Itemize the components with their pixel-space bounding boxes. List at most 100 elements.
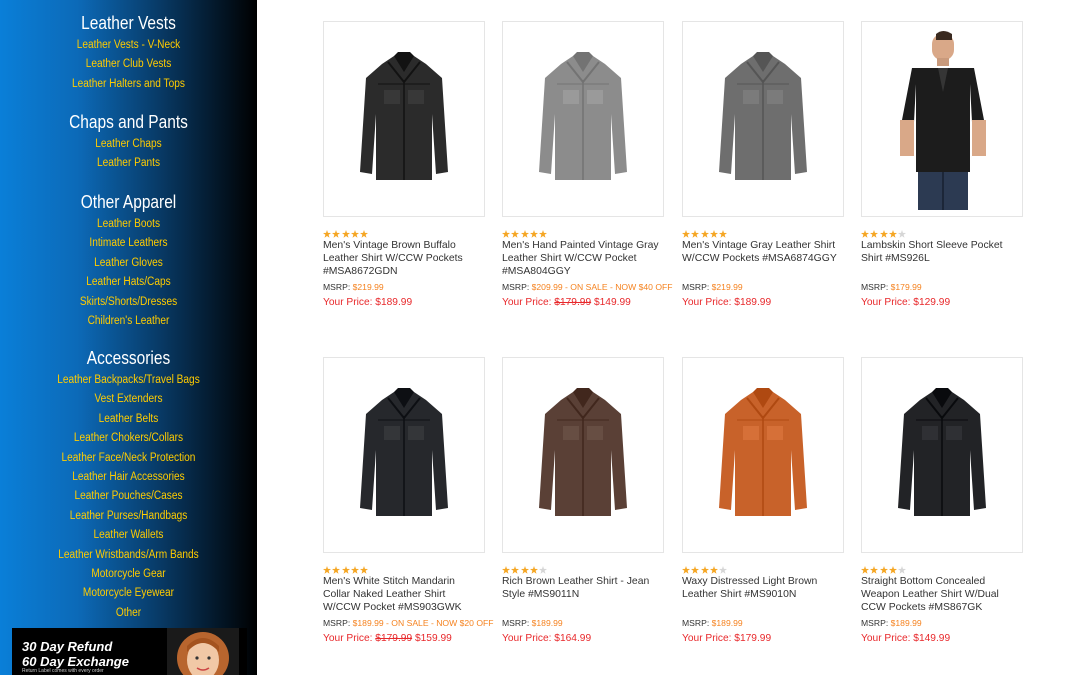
product-name-link[interactable]: Men's White Stitch Mandarin Collar Naked… [323,576,483,614]
star-rating [861,561,907,574]
star-icon [870,225,879,238]
sidebar-link[interactable]: Leather Vests - V-Neck [15,36,241,55]
sidebar-link[interactable]: Leather Gloves [15,254,241,273]
sidebar-link[interactable]: Leather Chaps [15,135,241,154]
refund-promo-banner[interactable]: 30 Day Refund 60 Day Exchange Return Label… [12,628,247,675]
star-icon [898,561,907,574]
product-name-link[interactable]: Rich Brown Leather Shirt - Jean Style #M… [502,576,662,602]
star-icon [879,561,888,574]
sidebar-category-title[interactable]: Leather Vests [18,12,239,34]
product-card[interactable]: Men's Vintage Gray Leather Shirt W/CCW P… [682,21,844,308]
msrp-value: $189.99 [531,618,563,629]
star-icon [502,225,510,238]
star-icon [511,561,520,574]
product-name-link[interactable]: Men's Hand Painted Vintage Gray Leather … [502,240,662,278]
star-icon [682,225,690,238]
star-icon [682,561,690,574]
price-line: Your Price: $179.99 [682,633,771,644]
product-card[interactable]: Straight Bottom Concealed Weapon Leather… [861,357,1023,644]
product-image-frame[interactable] [682,357,844,553]
sidebar-link[interactable]: Leather Boots [15,215,241,234]
sidebar-link[interactable]: Leather Pouches/Cases [15,487,241,506]
product-card[interactable]: Waxy Distressed Light Brown Leather Shir… [682,357,844,644]
price-line: Your Price: $129.99 [861,297,950,308]
price-line: Your Price: $179.99 $149.99 [502,297,631,308]
product-card[interactable]: Lambskin Short Sleeve Pocket Shirt #MS92… [861,21,1023,308]
sidebar-link[interactable]: Leather Wallets [15,526,241,545]
product-name-link[interactable]: Men's Vintage Brown Buffalo Leather Shir… [323,240,483,278]
product-image[interactable] [324,22,484,216]
product-image[interactable] [503,22,663,216]
star-icon [898,225,907,238]
sidebar-link[interactable]: Motorcycle Gear [15,565,241,584]
product-image-frame[interactable] [861,21,1023,217]
promo-model-photo [167,628,239,675]
promo-line-1: 30 Day Refund [22,639,113,654]
sidebar-link[interactable]: Skirts/Shorts/Dresses [15,293,241,312]
star-icon [341,561,350,574]
product-image-frame[interactable] [682,21,844,217]
star-icon [870,561,879,574]
product-card[interactable]: Men's White Stitch Mandarin Collar Naked… [323,357,494,644]
product-name-link[interactable]: Waxy Distressed Light Brown Leather Shir… [682,576,842,602]
msrp-line: MSRP: $189.99 [682,618,743,628]
msrp-label: MSRP: [682,618,712,629]
product-image-frame[interactable] [861,357,1023,553]
product-card[interactable]: Rich Brown Leather Shirt - Jean Style #M… [502,357,664,644]
product-image-frame[interactable] [323,21,485,217]
price-label: Your Price: [682,633,735,645]
old-price: $179.99 [554,297,592,309]
sidebar-link[interactable]: Leather Club Vests [15,55,241,74]
sidebar-link[interactable]: Intimate Leathers [15,234,241,253]
star-icon [861,561,869,574]
sidebar-link[interactable]: Leather Chokers/Collars [15,429,241,448]
star-icon [511,225,520,238]
sidebar-category-title[interactable]: Other Apparel [18,191,239,213]
star-rating [682,225,728,238]
msrp-line: MSRP: $219.99 [323,282,384,292]
product-image-frame[interactable] [323,357,485,553]
price-value: $189.99 [734,297,772,309]
star-icon [360,225,369,238]
category-sidebar: Leather Vests Leather Vests - V-Neck Leath… [0,0,257,675]
promo-line-2: 60 Day Exchange [22,654,129,669]
product-image[interactable] [862,358,1022,552]
star-icon [709,225,718,238]
sidebar-link[interactable]: Leather Purses/Handbags [15,507,241,526]
sidebar-link[interactable]: Children's Leather [15,312,241,331]
price-label: Your Price: [502,297,555,309]
price-line: Your Price: $164.99 [502,633,591,644]
product-name-link[interactable]: Lambskin Short Sleeve Pocket Shirt #MS92… [861,240,1021,266]
price-value: $179.99 [734,633,772,645]
product-name-link[interactable]: Straight Bottom Concealed Weapon Leather… [861,576,1021,614]
sidebar-link[interactable]: Leather Pants [15,154,241,173]
sidebar-link[interactable]: Leather Face/Neck Protection [15,449,241,468]
product-image[interactable] [503,358,663,552]
sidebar-link[interactable]: Leather Hats/Caps [15,273,241,292]
msrp-line: MSRP: $219.99 [682,282,743,292]
star-icon [709,561,718,574]
product-image[interactable] [862,22,1022,216]
sidebar-link[interactable]: Vest Extenders [15,390,241,409]
product-image-frame[interactable] [502,357,664,553]
price-label: Your Price: [323,633,376,645]
price-value: $164.99 [554,633,592,645]
product-name-link[interactable]: Men's Vintage Gray Leather Shirt W/CCW P… [682,240,842,266]
product-image[interactable] [683,22,843,216]
product-image[interactable] [324,358,484,552]
sidebar-link[interactable]: Leather Belts [15,410,241,429]
product-image-frame[interactable] [502,21,664,217]
sidebar-link[interactable]: Other [15,604,241,623]
sidebar-link[interactable]: Leather Hair Accessories [15,468,241,487]
product-image[interactable] [683,358,843,552]
sidebar-link[interactable]: Leather Halters and Tops [15,75,241,94]
product-card[interactable]: Men's Hand Painted Vintage Gray Leather … [502,21,673,308]
star-icon [888,561,897,574]
product-card[interactable]: Men's Vintage Brown Buffalo Leather Shir… [323,21,485,308]
sidebar-category-title[interactable]: Accessories [18,347,239,369]
sidebar-link[interactable]: Leather Backpacks/Travel Bags [15,371,241,390]
sidebar-link[interactable]: Motorcycle Eyewear [15,584,241,603]
sidebar-link[interactable]: Leather Wristbands/Arm Bands [15,546,241,565]
sidebar-category-1: Chaps and Pants Leather Chaps Leather Pant… [0,111,257,174]
sidebar-category-title[interactable]: Chaps and Pants [18,111,239,133]
